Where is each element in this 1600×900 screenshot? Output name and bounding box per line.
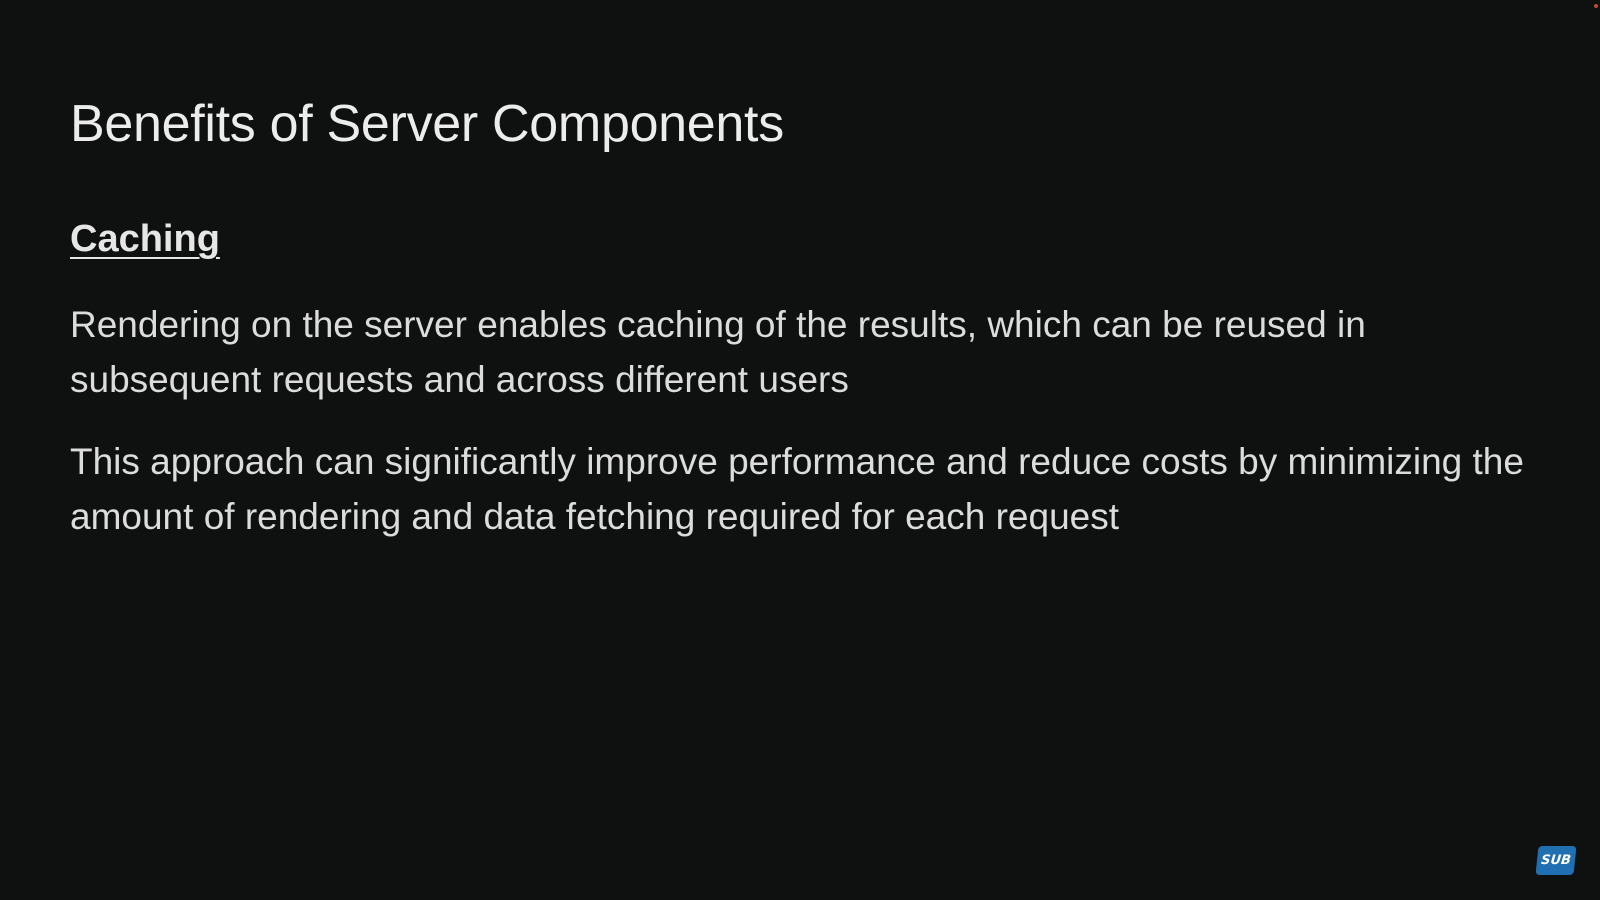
presentation-slide: Benefits of Server Components Caching Re… xyxy=(0,0,1600,900)
subscribe-badge-icon[interactable]: SUB xyxy=(1535,846,1577,875)
corner-indicator-dot xyxy=(1594,4,1598,8)
paragraph-caching-description: Rendering on the server enables caching … xyxy=(70,304,1366,400)
slide-title: Benefits of Server Components xyxy=(70,95,784,153)
section-heading-caching: Caching xyxy=(70,218,220,260)
paragraph-performance-benefit: This approach can significantly improve … xyxy=(70,441,1524,537)
